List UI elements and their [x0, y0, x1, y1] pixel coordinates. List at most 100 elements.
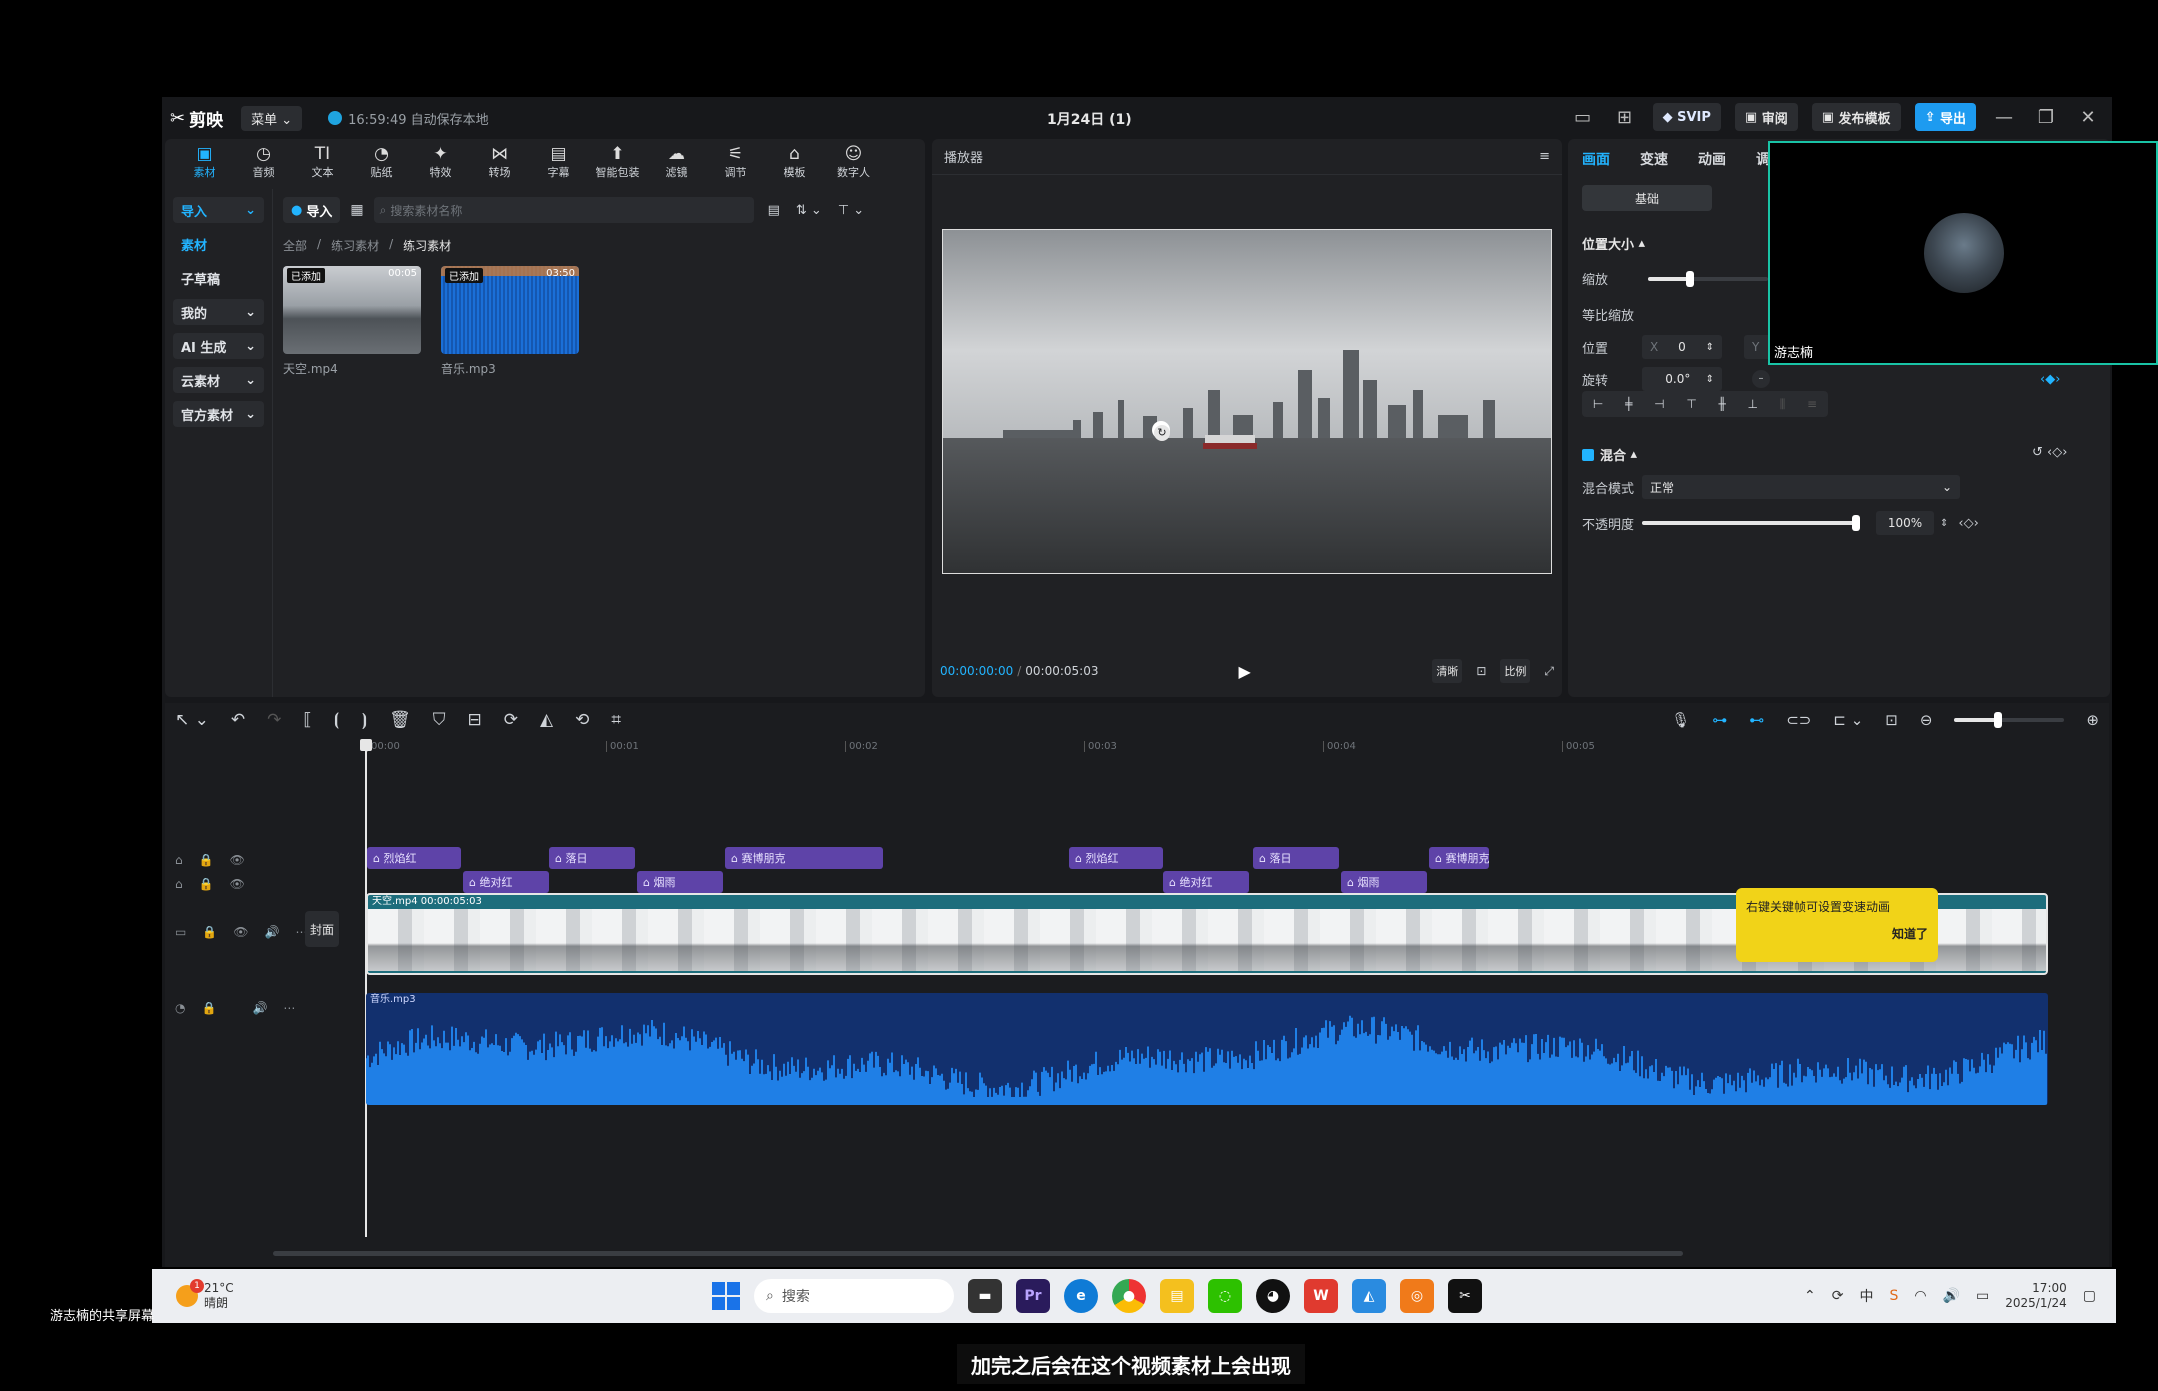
effect-clip[interactable]: ⌂ 赛博朋克 — [725, 847, 883, 869]
sidebar-item-2[interactable]: 子草稿 — [173, 265, 264, 291]
tab-animation[interactable]: 动画 — [1698, 149, 1726, 169]
qq-icon[interactable]: ◕ — [1256, 1279, 1290, 1313]
redo-icon[interactable]: ↷ — [267, 710, 281, 730]
zoom-slider[interactable] — [1954, 712, 2065, 728]
menu-button[interactable]: 菜单 ⌄ — [241, 105, 303, 131]
tool-transition[interactable]: ⋈ 转场 — [470, 144, 529, 180]
player-menu-icon[interactable]: ≡ — [1539, 149, 1550, 164]
select-tool-icon[interactable]: ↖ ⌄ — [175, 710, 209, 730]
sidebar-item-0[interactable]: 导入 ⌄ — [173, 197, 264, 223]
effect-clip[interactable]: ⌂ 烟雨 — [1341, 871, 1427, 893]
volume-icon[interactable]: 🔊 — [1943, 1288, 1960, 1304]
section-blend[interactable]: 混合 ▴ — [1582, 445, 1637, 464]
zoom-out-icon[interactable]: ⊖ — [1920, 711, 1933, 729]
magnet-link-icon[interactable]: ⊷ — [1749, 711, 1764, 729]
sidebar-item-6[interactable]: 官方素材 ⌄ — [173, 401, 264, 427]
freeze-icon[interactable]: ⊟ — [468, 710, 482, 730]
media-item-audio[interactable]: 已添加 03:50 音乐.mp3 — [441, 266, 579, 377]
timeline-scrollbar[interactable] — [273, 1251, 1683, 1256]
link-icon[interactable]: ⊂⊃ — [1786, 711, 1811, 729]
align-center-v-icon[interactable]: ╫ — [1719, 397, 1726, 411]
crop-icon[interactable]: ⌗ — [611, 710, 621, 730]
tool-adjust[interactable]: ⚟ 调节 — [706, 144, 765, 180]
tool-caption[interactable]: ▤ 字幕 — [529, 144, 588, 180]
layout-grid-icon[interactable]: ⊞ — [1611, 107, 1639, 128]
undo-icon[interactable]: ↶ — [231, 710, 245, 730]
tool-effects[interactable]: ✦ 特效 — [411, 144, 470, 180]
tray-app-icon[interactable]: S — [1889, 1288, 1898, 1304]
app-orange-icon[interactable]: ◎ — [1400, 1279, 1434, 1313]
battery-icon[interactable]: ▭ — [1976, 1288, 1989, 1304]
file-explorer-icon[interactable]: ▤ — [1160, 1279, 1194, 1313]
chevron-up-icon[interactable]: ⌃ — [1804, 1288, 1816, 1304]
task-view-icon[interactable]: ▬ — [968, 1279, 1002, 1313]
split-icon[interactable]: ⟦ — [303, 710, 311, 730]
effect-clip[interactable]: ⌂ 绝对红 — [1163, 871, 1249, 893]
sidebar-item-4[interactable]: AI 生成 ⌄ — [173, 333, 264, 359]
mic-icon[interactable]: 🎙 — [1671, 711, 1690, 729]
section-position-size[interactable]: 位置大小 ▴ — [1582, 234, 1645, 253]
view-mode-icon[interactable]: ▤ — [768, 203, 780, 218]
play-button[interactable]: ▶ — [1238, 662, 1250, 681]
tab-picture[interactable]: 画面 — [1582, 149, 1610, 169]
effect-clip[interactable]: ⌂ 赛博朋克 — [1429, 847, 1489, 869]
lock-icon[interactable]: 🔒 — [201, 1001, 216, 1015]
tool-digital-human[interactable]: ☺ 数字人 — [824, 144, 883, 180]
grid-view-icon[interactable]: ▦ — [350, 202, 363, 218]
eye-icon[interactable]: 👁 — [230, 853, 245, 867]
sidebar-item-1[interactable]: 素材 — [173, 231, 264, 257]
reverse-icon[interactable]: ⟳ — [504, 710, 518, 730]
svip-button[interactable]: ◆ SVIP — [1652, 103, 1721, 131]
media-item-video[interactable]: 已添加 00:05 天空.mp4 — [283, 266, 421, 377]
magnet-main-icon[interactable]: ⊶ — [1712, 711, 1727, 729]
align-center-h-icon[interactable]: ╪ — [1625, 397, 1632, 411]
playhead-handle[interactable] — [360, 739, 372, 751]
effect-clip[interactable]: ⌂ 落日 — [1253, 847, 1339, 869]
align-bottom-icon[interactable]: ⊥ — [1748, 397, 1758, 411]
fit-icon[interactable]: ⊡ — [1885, 711, 1898, 729]
align-top-icon[interactable]: ⊤ — [1686, 397, 1696, 411]
rotate-dial-icon[interactable]: – — [1752, 370, 1770, 388]
notification-icon[interactable]: ▢ — [2083, 1288, 2096, 1304]
lock-icon[interactable]: 🔒 — [199, 877, 214, 891]
effect-clip[interactable]: ⌂ 烟雨 — [637, 871, 723, 893]
blend-mode-select[interactable]: 正常 ⌄ — [1642, 475, 1960, 499]
marker-icon[interactable]: ⛉ — [433, 710, 446, 730]
tool-audio[interactable]: ◷ 音频 — [234, 144, 293, 180]
scale-slider[interactable] — [1648, 270, 1768, 287]
edge-icon[interactable]: e — [1064, 1279, 1098, 1313]
wps-icon[interactable]: W — [1304, 1279, 1338, 1313]
search-input[interactable]: ⌕ 搜索素材名称 — [373, 197, 754, 223]
ime-icon[interactable]: 中 — [1859, 1286, 1873, 1306]
wifi-icon[interactable]: ◠ — [1914, 1288, 1926, 1304]
position-x-input[interactable]: X 0 ⇕ — [1642, 335, 1722, 359]
minimize-icon[interactable]: — — [1990, 107, 2018, 128]
scale-knob[interactable] — [1686, 270, 1694, 287]
export-button[interactable]: ⇪ 导出 — [1914, 103, 1976, 131]
mute-icon[interactable]: 🔊 — [252, 1001, 267, 1015]
opacity-slider[interactable] — [1642, 515, 1860, 531]
distribute-v-icon[interactable]: ≡ — [1807, 397, 1817, 411]
reset-icon[interactable]: ↺ ‹◇› — [2032, 445, 2067, 460]
fullscreen-icon[interactable]: ⤢ — [1544, 664, 1554, 679]
zoom-in-icon[interactable]: ⊕ — [2086, 711, 2099, 729]
mute-icon[interactable]: 🔊 — [265, 925, 280, 939]
taskbar-search[interactable]: ⌕ 搜索 — [754, 1279, 954, 1313]
subtab-basic[interactable]: 基础 — [1582, 185, 1712, 211]
time-ruler[interactable]: 00:00 00:01 00:02 00:03 00:04 00:05 — [365, 741, 2105, 757]
tool-smart-pack[interactable]: ⬆ 智能包装 — [588, 144, 647, 180]
refresh-icon[interactable]: ↻ — [1154, 425, 1170, 441]
split-left-icon[interactable]: ⦗ — [334, 710, 340, 730]
crumb-all[interactable]: 全部 — [283, 237, 307, 254]
more-icon[interactable]: ⋯ — [283, 1001, 295, 1015]
rotate-icon[interactable]: ⟲ — [575, 710, 589, 730]
preview-axis-icon[interactable]: ⊏ ⌄ — [1833, 711, 1863, 729]
lock-icon[interactable]: 🔒 — [199, 853, 214, 867]
capcut-icon[interactable]: ✂ — [1448, 1279, 1482, 1313]
restore-icon[interactable]: ❐ — [2032, 107, 2060, 128]
blend-checkbox[interactable] — [1582, 448, 1594, 461]
cover-button[interactable]: 封面 — [305, 911, 339, 947]
audio-clip[interactable]: 音乐.mp3 — [366, 993, 2048, 1105]
lock-icon[interactable]: 🔒 — [202, 925, 217, 939]
keyframe-diamond-icon[interactable]: ‹◇› — [1958, 516, 1978, 531]
